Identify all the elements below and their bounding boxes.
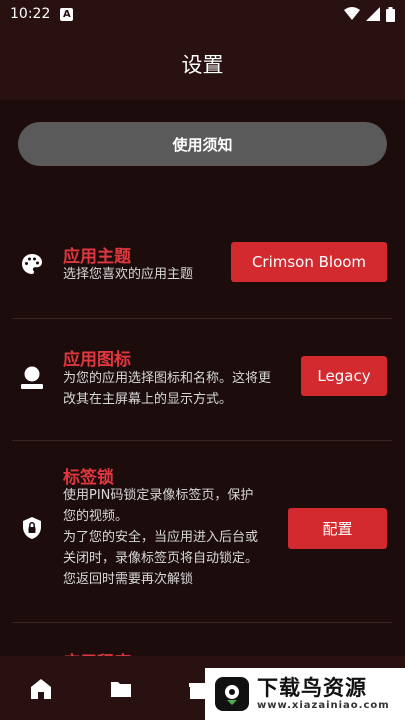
setting-description: 为您的应用选择图标和名称。这将更 改其在主屏幕上的显示方式。 xyxy=(63,368,271,410)
app-header: 设置 xyxy=(0,28,405,100)
setting-title: 应用图标 xyxy=(63,350,131,370)
status-bar: 10:22 A xyxy=(0,0,405,28)
divider xyxy=(12,318,392,319)
usage-notice-button[interactable]: 使用须知 xyxy=(18,122,387,166)
watermark-title: 下载鸟资源 xyxy=(257,675,367,700)
signal-icon xyxy=(366,7,380,21)
person-icon xyxy=(21,366,43,389)
setting-row-tab-lock: 标签锁 使用PIN码锁定录像标签页，保护 您的视频。 为了您的安全，当应用进入后… xyxy=(0,462,405,602)
description-line: 您返回时需要再次解锁 xyxy=(63,572,194,587)
icon-select-button[interactable]: Legacy xyxy=(301,356,387,396)
setting-description: 选择您喜欢的应用主题 xyxy=(63,264,193,285)
description-line: 为了您的安全，当应用进入后台或 xyxy=(63,530,259,545)
divider xyxy=(12,440,392,441)
description-line: 选择您喜欢的应用主题 xyxy=(63,267,194,282)
wifi-icon xyxy=(344,7,360,20)
theme-select-button[interactable]: Crimson Bloom xyxy=(231,242,387,282)
setting-row-theme: 应用主题 选择您喜欢的应用主题 Crimson Bloom xyxy=(0,230,405,320)
notification-badge-icon: A xyxy=(60,7,74,21)
setting-title: 应用程序 xyxy=(63,648,131,656)
setting-description: 使用PIN码锁定录像标签页，保护 您的视频。 为了您的安全，当应用进入后台或 关… xyxy=(63,485,258,590)
folder-icon[interactable] xyxy=(110,678,132,700)
watermark-logo-icon xyxy=(215,677,249,711)
tab-lock-configure-button[interactable]: 配置 xyxy=(288,508,387,549)
home-icon[interactable] xyxy=(30,678,52,700)
palette-icon xyxy=(22,254,42,274)
divider xyxy=(12,622,392,623)
watermark: 下载鸟资源 www.xiazainiao.com xyxy=(205,668,405,720)
page-title: 设置 xyxy=(181,53,224,77)
status-time: 10:22 xyxy=(10,6,51,22)
setting-row-application: 应用程序 xyxy=(0,640,405,656)
battery-icon xyxy=(386,6,395,22)
setting-row-icon: 应用图标 为您的应用选择图标和名称。这将更 改其在主屏幕上的显示方式。 Lega… xyxy=(0,343,405,423)
lock-shield-icon xyxy=(23,517,41,539)
description-line: 您的视频。 xyxy=(63,509,129,524)
description-line: 使用PIN码锁定录像标签页，保护 xyxy=(63,488,254,503)
description-line: 为您的应用选择图标和名称。这将更 xyxy=(63,371,272,386)
description-line: 关闭时，录像标签页将自动锁定。 xyxy=(63,551,259,566)
watermark-url: www.xiazainiao.com xyxy=(257,700,390,712)
description-line: 改其在主屏幕上的显示方式。 xyxy=(63,392,233,407)
